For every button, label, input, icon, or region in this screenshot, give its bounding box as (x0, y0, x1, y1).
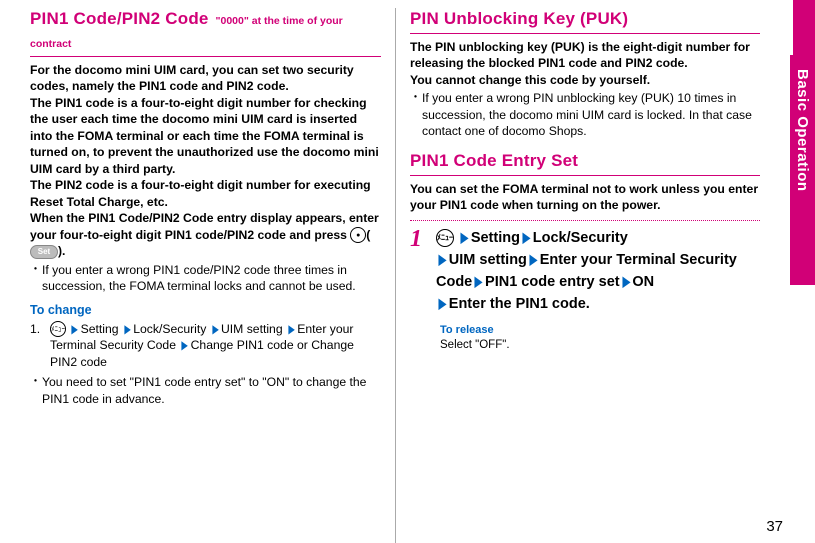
arrow-right-icon: ▶ (72, 321, 78, 337)
left-column: PIN1 Code/PIN2 Code "0000" at the time o… (30, 8, 395, 543)
bullet-needset-text: You need to set "PIN1 code entry set" to… (42, 375, 366, 405)
menu-key-icon: ﾒﾆｭｰ (50, 321, 66, 337)
snav-5: ON (632, 274, 654, 290)
bullet-wrongpin: ･ If you enter a wrong PIN1 code/PIN2 co… (30, 262, 381, 295)
arrow-right-icon: ▶ (530, 249, 538, 269)
snav-0: Setting (471, 230, 520, 246)
para-entryprompt: When the PIN1 Code/PIN2 Code entry displ… (30, 210, 381, 260)
dotted-divider (410, 220, 760, 221)
arrow-right-icon: ▶ (523, 227, 531, 247)
para-puk2: You cannot change this code by yourself. (410, 72, 760, 88)
para-pin2desc: The PIN2 code is a four-to-eight digit n… (30, 177, 381, 210)
bullet-needset: ･ You need to set "PIN1 code entry set" … (30, 374, 381, 407)
change-step1: 1. ﾒﾆｭｰ ▶Setting ▶Lock/Security ▶UIM set… (30, 321, 381, 371)
nav-2: UIM setting (221, 322, 283, 336)
set-softkey-icon: Set (30, 245, 58, 259)
big-step-number: 1 (410, 227, 436, 251)
para-entryprompt-b: ). (58, 244, 65, 258)
heading-pin-codes: PIN1 Code/PIN2 Code "0000" at the time o… (30, 8, 381, 57)
side-tab-stub (793, 0, 815, 55)
arrow-right-icon: ▶ (475, 271, 483, 291)
text-release: Select "OFF". (440, 338, 760, 354)
bullet-dot-icon: ･ (412, 90, 419, 105)
bullet-dot-icon: ･ (32, 374, 39, 389)
arrow-right-icon: ▶ (439, 249, 447, 269)
nav-1: Lock/Security (133, 322, 206, 336)
ok-key-icon: ● (350, 227, 366, 243)
heading-entryset: PIN1 Code Entry Set (410, 150, 760, 176)
para-puk1: The PIN unblocking key (PUK) is the eigh… (410, 39, 760, 72)
bullet-dot-icon: ･ (32, 262, 39, 277)
page-number: 37 (766, 518, 783, 535)
heading-puk: PIN Unblocking Key (PUK) (410, 8, 760, 34)
snav-6: Enter the PIN1 code. (449, 296, 590, 312)
snav-2: UIM setting (449, 252, 527, 268)
arrow-right-icon: ▶ (439, 293, 447, 313)
para-entryset: You can set the FOMA terminal not to wor… (410, 181, 760, 214)
step-block: 1 ﾒﾆｭｰ ▶Setting▶Lock/Security ▶UIM setti… (410, 227, 760, 315)
step-number: 1. (30, 321, 40, 337)
arrow-right-icon: ▶ (622, 271, 630, 291)
para-entryprompt-a: When the PIN1 Code/PIN2 Code entry displ… (30, 211, 379, 241)
arrow-right-icon: ▶ (461, 227, 469, 247)
side-tab: Basic Operation (790, 55, 815, 285)
bullet-puk-text: If you enter a wrong PIN unblocking key … (422, 91, 752, 138)
arrow-right-icon: ▶ (124, 321, 130, 337)
nav-0: Setting (81, 322, 119, 336)
arrow-right-icon: ▶ (288, 321, 294, 337)
bullet-puk: ･ If you enter a wrong PIN unblocking ke… (410, 90, 760, 139)
arrow-right-icon: ▶ (212, 321, 218, 337)
right-column: PIN Unblocking Key (PUK) The PIN unblock… (395, 8, 760, 543)
bullet-wrongpin-text: If you enter a wrong PIN1 code/PIN2 code… (42, 263, 356, 293)
para-pin1desc: The PIN1 code is a four-to-eight digit n… (30, 95, 381, 177)
snav-1: Lock/Security (533, 230, 628, 246)
arrow-right-icon: ▶ (182, 337, 188, 353)
para-intro: For the docomo mini UIM card, you can se… (30, 62, 381, 95)
heading-text: PIN1 Code/PIN2 Code (30, 9, 209, 28)
page-columns: PIN1 Code/PIN2 Code "0000" at the time o… (0, 0, 760, 543)
subhead-release: To release (440, 323, 760, 338)
menu-key-icon: ﾒﾆｭｰ (436, 229, 454, 247)
subhead-tochange: To change (30, 302, 381, 319)
step-content: ﾒﾆｭｰ ▶Setting▶Lock/Security ▶UIM setting… (436, 227, 760, 315)
snav-4: PIN1 code entry set (485, 274, 620, 290)
